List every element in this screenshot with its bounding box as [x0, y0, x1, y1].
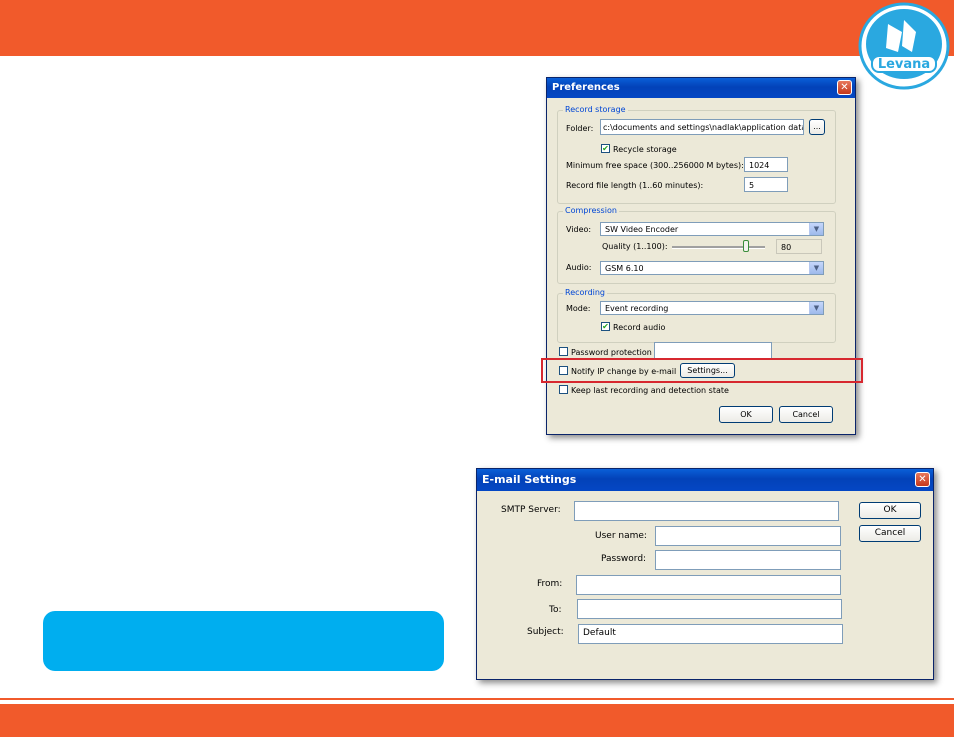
chevron-down-icon[interactable]: ▼ [809, 223, 823, 235]
mode-select[interactable]: Event recording ▼ [600, 301, 824, 315]
preferences-cancel-button[interactable]: Cancel [779, 406, 833, 423]
levana-logo: Levana [858, 2, 950, 90]
email-cancel-button[interactable]: Cancel [859, 525, 921, 542]
video-select[interactable]: SW Video Encoder ▼ [600, 222, 824, 236]
to-label: To: [549, 605, 562, 615]
subject-label: Subject: [527, 627, 564, 637]
record-file-length-input[interactable]: 5 [744, 177, 788, 192]
record-file-length-label: Record file length (1..60 minutes): [566, 181, 704, 190]
recording-legend: Recording [563, 288, 608, 297]
preferences-titlebar: Preferences ✕ [547, 78, 855, 98]
audio-label: Audio: [566, 263, 592, 272]
recording-group: Recording Mode: Event recording ▼ ✔ Reco… [557, 288, 836, 343]
recycle-storage-checkbox[interactable]: ✔ [601, 144, 610, 153]
user-name-input[interactable] [655, 526, 841, 546]
email-settings-titlebar: E-mail Settings ✕ [477, 469, 933, 491]
preferences-title: Preferences [552, 82, 620, 93]
password-protection-label: Password protection [571, 348, 652, 357]
to-input[interactable] [577, 599, 842, 619]
user-name-label: User name: [595, 531, 647, 541]
browse-button[interactable]: ... [809, 119, 825, 135]
highlight-box [541, 358, 863, 383]
password-protection-checkbox[interactable] [559, 347, 568, 356]
video-label: Video: [566, 225, 592, 234]
record-audio-label: Record audio [613, 323, 666, 332]
audio-select-value: GSM 6.10 [605, 264, 644, 273]
from-input[interactable] [576, 575, 841, 595]
record-storage-legend: Record storage [563, 105, 628, 114]
info-callout [43, 611, 444, 671]
chevron-down-icon[interactable]: ▼ [809, 262, 823, 274]
email-settings-dialog: E-mail Settings ✕ SMTP Server: User name… [476, 468, 934, 680]
compression-legend: Compression [563, 206, 619, 215]
keep-last-label: Keep last recording and detection state [571, 386, 729, 395]
email-ok-button[interactable]: OK [859, 502, 921, 519]
mode-select-value: Event recording [605, 304, 669, 313]
preferences-ok-button[interactable]: OK [719, 406, 773, 423]
keep-last-checkbox[interactable] [559, 385, 568, 394]
quality-slider-track[interactable] [672, 246, 765, 249]
chevron-down-icon[interactable]: ▼ [809, 302, 823, 314]
quality-value-field: 80 [776, 239, 822, 254]
password-label: Password: [601, 554, 647, 564]
folder-input[interactable]: c:\documents and settings\nadlak\applica… [600, 119, 804, 135]
close-icon[interactable]: ✕ [915, 472, 930, 487]
email-settings-title: E-mail Settings [482, 473, 577, 486]
svg-text:Levana: Levana [878, 57, 930, 72]
subject-input[interactable]: Default [578, 624, 843, 644]
smtp-server-input[interactable] [574, 501, 839, 521]
password-input[interactable] [655, 550, 841, 570]
bottom-banner [0, 704, 954, 737]
min-free-space-input[interactable]: 1024 [744, 157, 788, 172]
bottom-rule [0, 698, 954, 700]
quality-label: Quality (1..100): [602, 242, 668, 251]
password-protection-input[interactable] [654, 342, 772, 359]
compression-group: Compression Video: SW Video Encoder ▼ Qu… [557, 206, 836, 284]
recycle-storage-label: Recycle storage [613, 145, 677, 154]
min-free-space-label: Minimum free space (300..256000 M bytes)… [566, 161, 744, 170]
mode-label: Mode: [566, 304, 591, 313]
video-select-value: SW Video Encoder [605, 225, 679, 234]
smtp-server-label: SMTP Server: [501, 505, 561, 515]
quality-slider-thumb[interactable] [743, 240, 749, 252]
close-icon[interactable]: ✕ [837, 80, 852, 95]
from-label: From: [537, 579, 563, 589]
audio-select[interactable]: GSM 6.10 ▼ [600, 261, 824, 275]
folder-label: Folder: [566, 124, 594, 133]
record-storage-group: Record storage Folder: c:\documents and … [557, 105, 836, 204]
top-banner [0, 0, 954, 56]
record-audio-checkbox[interactable]: ✔ [601, 322, 610, 331]
